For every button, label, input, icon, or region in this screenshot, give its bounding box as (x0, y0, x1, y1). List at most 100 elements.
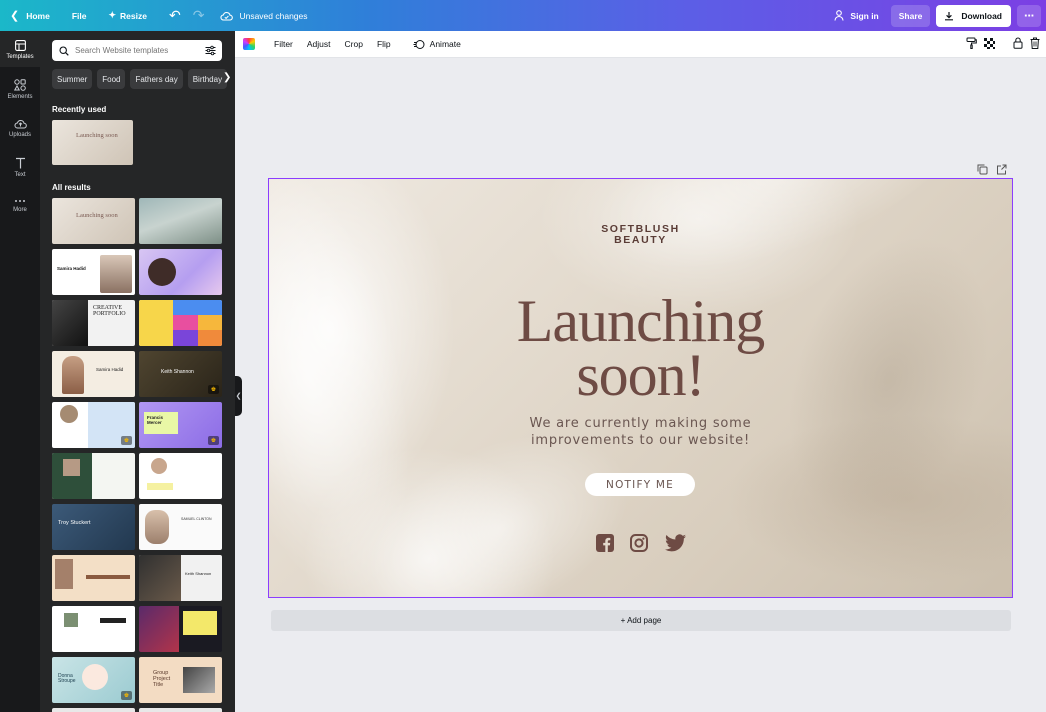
search-input[interactable] (75, 46, 195, 55)
home-button[interactable]: ❮ Home (10, 0, 50, 31)
crown-icon: ♚ (208, 385, 219, 394)
sign-in-button[interactable]: Sign in (834, 0, 879, 31)
category-chips: Summer Food Fathers day Birthday (52, 69, 235, 89)
collapse-panel-handle[interactable]: ❮ (235, 376, 242, 416)
home-label: Home (26, 10, 50, 21)
subtext-line1[interactable]: We are currently making some (269, 415, 1012, 432)
animate-button[interactable]: Animate (413, 39, 461, 50)
template-thumb[interactable] (52, 708, 135, 712)
animate-icon (413, 39, 425, 49)
adjust-button[interactable]: Adjust (307, 39, 331, 49)
instagram-icon[interactable] (630, 534, 648, 552)
template-thumb[interactable]: Samira Hadid (52, 351, 135, 397)
more-options-icon[interactable]: ··· (1017, 4, 1041, 27)
rail-label-uploads: Uploads (8, 132, 31, 138)
headline-line1[interactable]: Launching (269, 291, 1012, 351)
template-thumb[interactable] (52, 555, 135, 601)
chip-summer[interactable]: Summer (52, 69, 93, 89)
thumb-title: Donna Stroupe (58, 673, 76, 684)
template-thumb[interactable]: Francis Mercer ♚ (139, 402, 222, 448)
crop-button[interactable]: Crop (345, 39, 363, 49)
rail-item-more[interactable]: More (0, 189, 40, 225)
thumb-title: Keith Shannon (161, 369, 194, 375)
sign-in-label: Sign in (850, 10, 879, 21)
template-thumb[interactable] (139, 198, 222, 244)
search-box[interactable] (52, 40, 222, 61)
design-canvas[interactable]: SOFTBLUSH BEAUTY Launching soon! We are … (269, 179, 1012, 597)
sparkle-icon: ✦ (108, 10, 117, 20)
trash-icon[interactable] (1030, 37, 1040, 49)
template-thumb[interactable]: Keith Shannon (139, 555, 222, 601)
elements-icon (14, 79, 26, 91)
share-page-icon[interactable] (996, 164, 1007, 175)
template-thumb[interactable]: Launching soon (52, 198, 135, 244)
notify-me-button[interactable]: NOTIFY ME (585, 473, 695, 496)
chip-fathers-day[interactable]: Fathers day (130, 69, 183, 89)
template-thumb[interactable] (139, 300, 222, 346)
template-thumb[interactable] (139, 708, 222, 712)
crown-icon: ♚ (121, 691, 132, 700)
download-label: Download (961, 10, 1002, 21)
add-page-button[interactable]: + Add page (271, 610, 1011, 631)
templates-panel: Summer Food Fathers day Birthday ❯ Recen… (40, 31, 235, 712)
template-thumb[interactable] (139, 606, 222, 652)
top-bar: ❮ Home File ✦ Resize ↶ ↷ Unsaved changes… (0, 0, 1046, 31)
rail-item-uploads[interactable]: Uploads (0, 111, 40, 147)
rail-label-elements: Elements (7, 94, 33, 100)
rail-item-templates[interactable]: Templates (0, 31, 40, 67)
template-thumb[interactable] (139, 453, 222, 499)
chevron-right-icon[interactable]: ❯ (223, 72, 231, 83)
rail-label-templates: Templates (6, 54, 34, 60)
template-thumb[interactable]: Launching soon (52, 120, 133, 165)
search-icon (59, 45, 69, 56)
cloud-icon (220, 11, 234, 21)
thumb-title: Launching soon (76, 212, 118, 219)
filter-button[interactable]: Filter (274, 39, 293, 49)
thumb-title: SAMUEL CLINTON (181, 517, 212, 521)
template-thumb[interactable]: Donna Stroupe ♚ (52, 657, 135, 703)
template-thumb[interactable]: Troy Stuckert (52, 504, 135, 550)
twitter-icon[interactable] (665, 534, 686, 552)
template-thumb[interactable] (139, 249, 222, 295)
template-thumb[interactable]: Group Project Title (139, 657, 222, 703)
template-thumb[interactable]: Keith Shannon ♚ (139, 351, 222, 397)
save-status-label: Unsaved changes (239, 10, 308, 21)
template-thumb[interactable] (52, 606, 135, 652)
file-menu-button[interactable]: File (72, 0, 87, 31)
resize-label: Resize (120, 10, 147, 21)
flip-button[interactable]: Flip (377, 39, 391, 49)
thumb-title: Launching soon (76, 132, 118, 139)
user-icon (834, 10, 844, 21)
template-thumb[interactable]: CREATIVE PORTFOLIO (52, 300, 135, 346)
resize-button[interactable]: ✦ Resize (109, 0, 147, 31)
chevron-left-icon: ❮ (10, 10, 20, 22)
transparency-icon[interactable] (984, 37, 995, 49)
duplicate-page-icon[interactable] (977, 164, 988, 175)
template-thumb[interactable]: Samira Hadid (52, 249, 135, 295)
rail-item-elements[interactable]: Elements (0, 71, 40, 107)
facebook-icon[interactable] (596, 534, 614, 552)
share-button[interactable]: Share (890, 4, 931, 27)
uploads-icon (13, 120, 27, 129)
chip-birthday[interactable]: Birthday (187, 69, 228, 89)
filter-sliders-icon[interactable] (205, 45, 216, 56)
templates-icon (14, 40, 26, 51)
paint-format-icon[interactable] (966, 37, 977, 49)
lock-icon[interactable] (1013, 37, 1023, 49)
template-thumb[interactable]: ♚ (52, 402, 135, 448)
download-button[interactable]: Download (936, 4, 1011, 27)
subtext-line2[interactable]: improvements to our website! (269, 432, 1012, 449)
headline-line2[interactable]: soon! (269, 345, 1012, 405)
brand-name-line2[interactable]: BEAUTY (269, 235, 1012, 246)
rail-item-text[interactable]: Text (0, 150, 40, 186)
undo-icon[interactable]: ↶ (169, 0, 181, 31)
save-status: Unsaved changes (220, 0, 308, 31)
template-thumb[interactable] (52, 453, 135, 499)
template-thumb[interactable]: SAMUEL CLINTON (139, 504, 222, 550)
rail-label-text: Text (14, 172, 26, 178)
chip-food[interactable]: Food (97, 69, 126, 89)
redo-icon[interactable]: ↷ (193, 0, 205, 31)
thumb-title: Keith Shannon (185, 571, 212, 576)
more-dots-icon (15, 200, 25, 202)
color-picker-icon[interactable] (243, 38, 255, 50)
